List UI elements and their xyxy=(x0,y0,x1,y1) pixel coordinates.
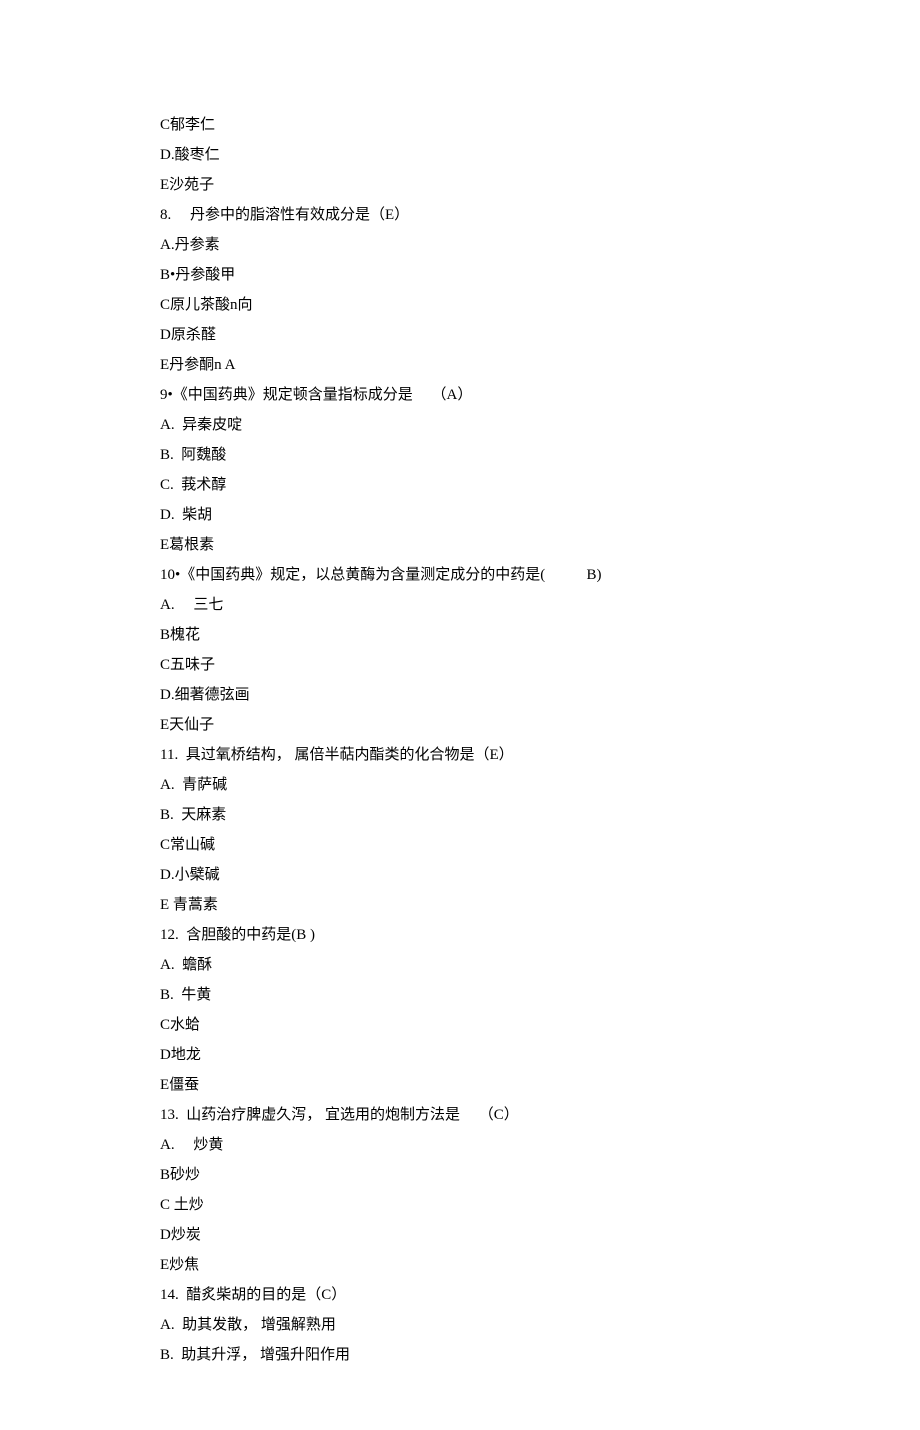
text-line: 11. 具过氧桥结构， 属倍半萜内酯类的化合物是（E） xyxy=(160,740,760,770)
text-line: A. 蟾酥 xyxy=(160,950,760,980)
text-line: B. 天麻素 xyxy=(160,800,760,830)
text-line: C五味子 xyxy=(160,650,760,680)
text-line: C 土炒 xyxy=(160,1190,760,1220)
document-page: C郁李仁D.酸枣仁E沙苑子8. 丹参中的脂溶性有效成分是（E）A.丹参素B•丹参… xyxy=(0,0,920,1430)
text-line: E 青蒿素 xyxy=(160,890,760,920)
text-line: D.细著德弦画 xyxy=(160,680,760,710)
text-line: B. 助其升浮， 增强升阳作用 xyxy=(160,1340,760,1370)
text-line: B砂炒 xyxy=(160,1160,760,1190)
text-line: C常山碱 xyxy=(160,830,760,860)
text-line: E丹参酮n A xyxy=(160,350,760,380)
text-line: 13. 山药治疗脾虚久泻， 宜选用的炮制方法是 （C） xyxy=(160,1100,760,1130)
document-content: C郁李仁D.酸枣仁E沙苑子8. 丹参中的脂溶性有效成分是（E）A.丹参素B•丹参… xyxy=(160,110,760,1370)
text-line: A. 三七 xyxy=(160,590,760,620)
text-line: E葛根素 xyxy=(160,530,760,560)
text-line: E沙苑子 xyxy=(160,170,760,200)
text-line: C郁李仁 xyxy=(160,110,760,140)
text-line: E天仙子 xyxy=(160,710,760,740)
text-line: D原杀醛 xyxy=(160,320,760,350)
text-line: E僵蚕 xyxy=(160,1070,760,1100)
text-line: A.丹参素 xyxy=(160,230,760,260)
text-line: D.小檗碱 xyxy=(160,860,760,890)
text-line: A. 异秦皮啶 xyxy=(160,410,760,440)
text-line: A. 炒黄 xyxy=(160,1130,760,1160)
text-line: C原儿茶酸n向 xyxy=(160,290,760,320)
text-line: 9•《中国药典》规定顿含量指标成分是 （A） xyxy=(160,380,760,410)
text-line: D.酸枣仁 xyxy=(160,140,760,170)
text-line: D. 柴胡 xyxy=(160,500,760,530)
text-line: A. 助其发散， 增强解熟用 xyxy=(160,1310,760,1340)
text-line: C. 莪术醇 xyxy=(160,470,760,500)
text-line: C水蛤 xyxy=(160,1010,760,1040)
text-line: B槐花 xyxy=(160,620,760,650)
text-line: 14. 醋炙柴胡的目的是（C） xyxy=(160,1280,760,1310)
text-line: D炒炭 xyxy=(160,1220,760,1250)
text-line: B. 阿魏酸 xyxy=(160,440,760,470)
text-line: E炒焦 xyxy=(160,1250,760,1280)
text-line: B•丹参酸甲 xyxy=(160,260,760,290)
text-line: B. 牛黄 xyxy=(160,980,760,1010)
text-line: 8. 丹参中的脂溶性有效成分是（E） xyxy=(160,200,760,230)
text-line: 12. 含胆酸的中药是(B ) xyxy=(160,920,760,950)
text-line: A. 青萨碱 xyxy=(160,770,760,800)
text-line: 10•《中国药典》规定，以总黄酶为含量测定成分的中药是( B) xyxy=(160,560,760,590)
text-line: D地龙 xyxy=(160,1040,760,1070)
